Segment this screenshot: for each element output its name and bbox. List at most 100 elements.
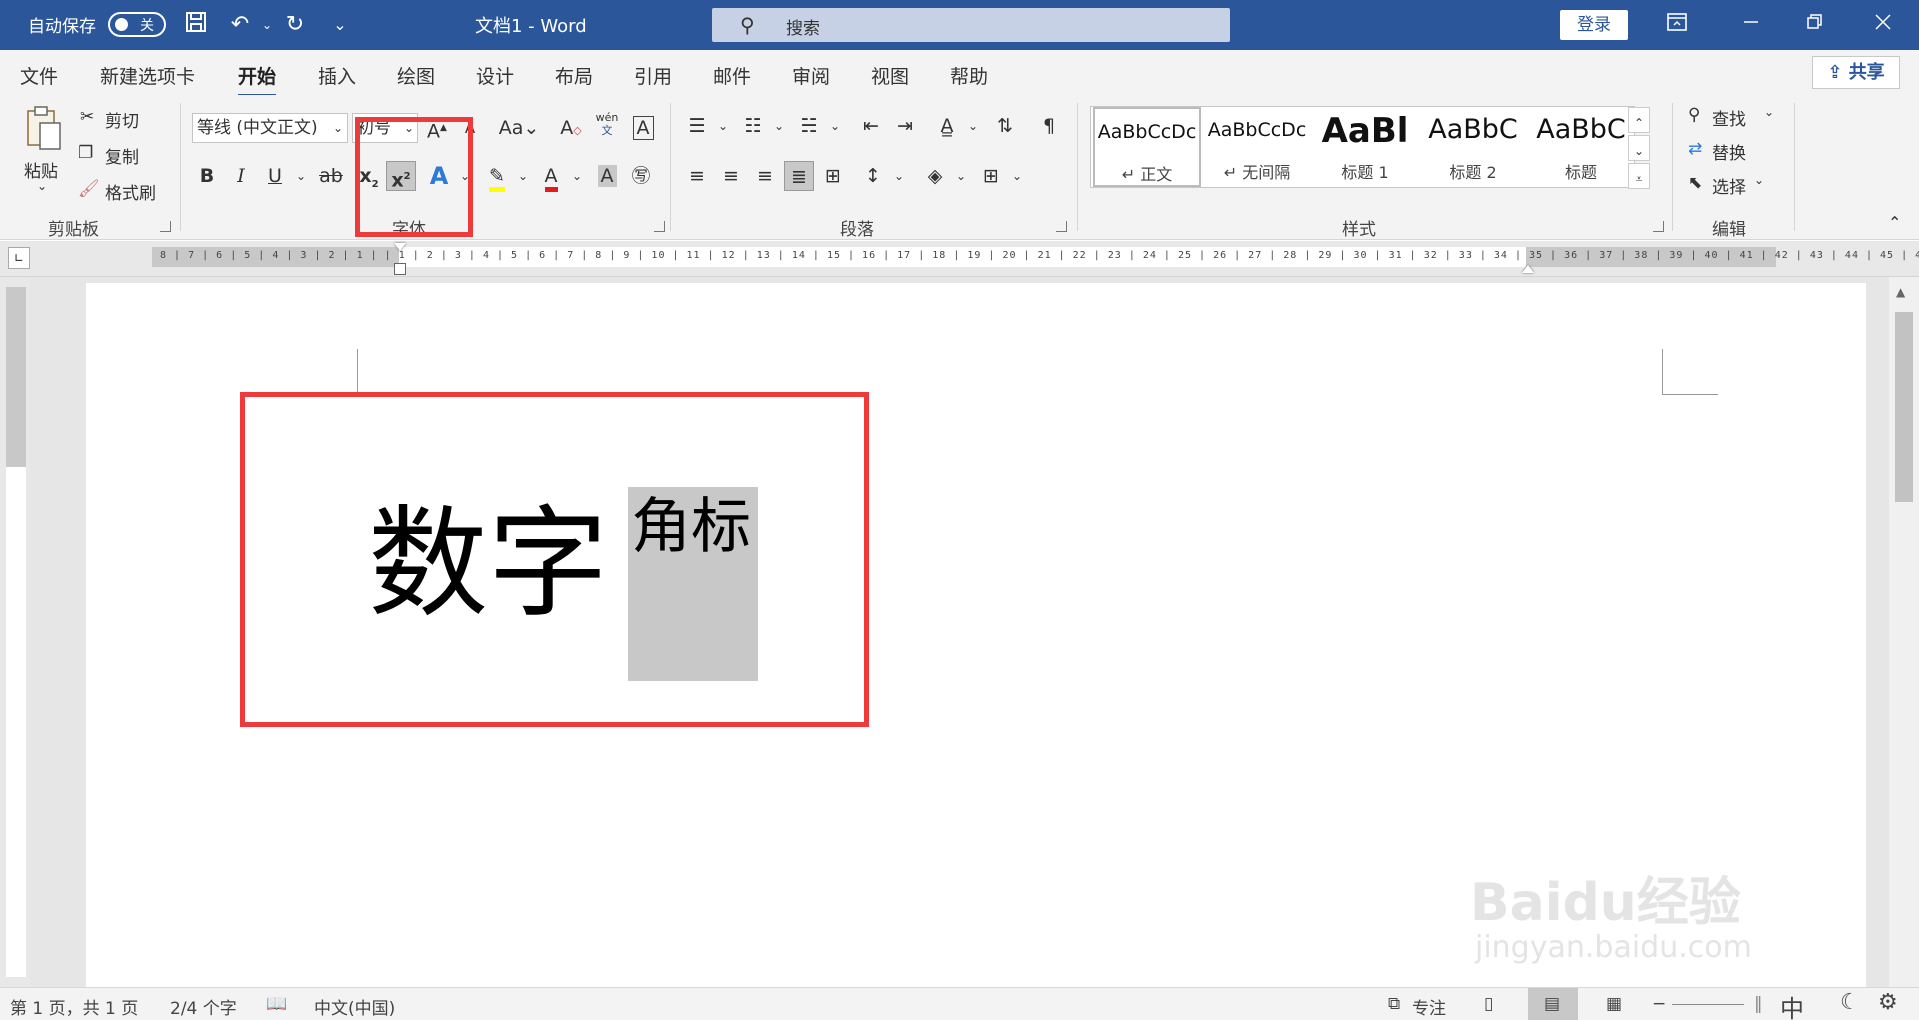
tab-mailings[interactable]: 邮件	[713, 62, 751, 89]
enclose-char-icon[interactable]: ㊢	[626, 161, 656, 191]
show-marks-icon[interactable]: ¶	[1034, 111, 1064, 141]
numbering-dropdown-icon[interactable]: ⌄	[764, 111, 794, 141]
tab-home[interactable]: 开始	[238, 62, 277, 97]
search-box[interactable]: ⚲ 搜索	[712, 8, 1230, 42]
styles-more-icon[interactable]: ⩡	[1628, 163, 1650, 189]
char-shading-icon[interactable]: A	[592, 161, 622, 191]
cut-icon[interactable]: ✂	[80, 107, 94, 127]
format-painter-icon[interactable]: 🖌	[78, 179, 100, 199]
phonetic-guide-icon[interactable]: wén 文	[592, 111, 622, 141]
styles-scroll-up-icon[interactable]: ⌃	[1628, 107, 1650, 133]
styles-scroll-down-icon[interactable]: ⌄	[1628, 135, 1650, 161]
borders-dropdown-icon[interactable]: ⌄	[1002, 161, 1032, 191]
language[interactable]: 中文(中国)	[314, 994, 395, 1019]
clipboard-launcher-icon[interactable]	[160, 221, 171, 232]
bullets-dropdown-icon[interactable]: ⌄	[708, 111, 738, 141]
word-count[interactable]: 2/4 个字	[170, 994, 237, 1019]
tab-help[interactable]: 帮助	[950, 62, 988, 89]
find-icon[interactable]: ⚲	[1688, 105, 1700, 125]
zoom-out-icon[interactable]: −	[1652, 994, 1666, 1014]
share-button[interactable]: ⇪ 共享	[1812, 56, 1900, 89]
style-title[interactable]: AaBbC 标题	[1527, 107, 1635, 187]
page-info[interactable]: 第 1 页，共 1 页	[10, 994, 138, 1019]
autosave-toggle[interactable]: 关	[108, 12, 166, 37]
tab-review[interactable]: 审阅	[792, 62, 830, 89]
select-label[interactable]: 选择	[1712, 173, 1746, 198]
replace-label[interactable]: 替换	[1712, 139, 1746, 164]
gear-icon[interactable]: ⚙	[1878, 990, 1898, 1015]
select-dropdown-icon[interactable]: ⌄	[1754, 173, 1764, 187]
style-heading-2[interactable]: AaBbC 标题 2	[1419, 107, 1527, 187]
tab-draw[interactable]: 绘图	[397, 62, 435, 89]
paste-dropdown-icon[interactable]: ⌄	[37, 179, 47, 193]
decrease-indent-icon[interactable]: ⇤	[856, 111, 886, 141]
save-icon[interactable]	[181, 10, 211, 40]
focus-label[interactable]: 专注	[1412, 994, 1446, 1019]
close-icon[interactable]	[1868, 10, 1898, 40]
scroll-up-icon[interactable]: ▲	[1896, 285, 1905, 299]
horizontal-ruler[interactable]: ∟ 8 | 7 | 6 | 5 | 4 | 3 | 2 | 1 | | 1 | …	[0, 241, 1919, 277]
bold-button[interactable]: B	[192, 161, 222, 191]
moon-icon[interactable]: ☾	[1840, 990, 1860, 1015]
find-dropdown-icon[interactable]: ⌄	[1764, 105, 1774, 119]
first-line-indent-icon[interactable]	[394, 243, 406, 251]
shading-dropdown-icon[interactable]: ⌄	[946, 161, 976, 191]
strikethrough-button[interactable]: ab	[316, 161, 346, 191]
left-indent-icon[interactable]	[394, 263, 406, 275]
justify-icon[interactable]: ≣	[784, 161, 814, 191]
align-center-icon[interactable]: ≡	[716, 161, 746, 191]
line-spacing-dropdown-icon[interactable]: ⌄	[884, 161, 914, 191]
sort-icon[interactable]: ⇅	[990, 111, 1020, 141]
font-name-combo[interactable]: 等线 (中文正文) ⌄	[192, 113, 348, 143]
char-border-icon[interactable]: A	[628, 113, 658, 143]
cut-label[interactable]: 剪切	[105, 107, 139, 132]
select-icon[interactable]: ⬉	[1688, 173, 1702, 193]
multilevel-dropdown-icon[interactable]: ⌄	[820, 111, 850, 141]
scrollbar-thumb[interactable]	[1895, 312, 1913, 502]
right-indent-icon[interactable]	[1522, 265, 1534, 273]
style-no-spacing[interactable]: AaBbCcDc ↵ 无间隔	[1203, 107, 1311, 187]
tab-selector-icon[interactable]: ∟	[8, 247, 30, 269]
format-painter-label[interactable]: 格式刷	[105, 179, 156, 204]
align-left-icon[interactable]: ≡	[682, 161, 712, 191]
print-layout-icon[interactable]: ▤	[1544, 994, 1560, 1014]
read-mode-icon[interactable]: ▯	[1484, 994, 1493, 1014]
tab-new-tab[interactable]: 新建选项卡	[100, 62, 195, 89]
tab-references[interactable]: 引用	[634, 62, 672, 89]
collapse-ribbon-icon[interactable]: ⌃	[1888, 213, 1901, 232]
paste-icon[interactable]	[22, 105, 66, 155]
underline-dropdown-icon[interactable]: ⌄	[286, 161, 316, 191]
focus-icon[interactable]: ⧉	[1388, 994, 1400, 1014]
font-launcher-icon[interactable]	[654, 221, 665, 232]
login-button[interactable]: 登录	[1560, 10, 1628, 40]
font-color-dropdown-icon[interactable]: ⌄	[562, 161, 592, 191]
italic-button[interactable]: I	[226, 161, 256, 191]
redo-icon[interactable]: ↻	[280, 10, 310, 40]
copy-label[interactable]: 复制	[105, 143, 139, 168]
clear-format-icon[interactable]: A◇	[556, 113, 586, 143]
increase-indent-icon[interactable]: ⇥	[890, 111, 920, 141]
find-label[interactable]: 查找	[1712, 105, 1746, 130]
vertical-ruler[interactable]	[0, 277, 30, 987]
customize-toolbar-icon[interactable]: ⌄	[325, 10, 355, 40]
align-right-icon[interactable]: ≡	[750, 161, 780, 191]
chinese-layout-dropdown-icon[interactable]: ⌄	[958, 111, 988, 141]
zoom-slider[interactable]	[1672, 1004, 1744, 1005]
replace-icon[interactable]: ⇄	[1688, 139, 1702, 159]
ribbon-display-icon[interactable]	[1662, 10, 1692, 40]
undo-icon[interactable]: ↶	[225, 10, 255, 40]
tab-insert[interactable]: 插入	[318, 62, 356, 89]
undo-dropdown-icon[interactable]: ⌄	[252, 10, 282, 40]
copy-icon[interactable]: ❐	[78, 143, 93, 163]
tab-view[interactable]: 视图	[871, 62, 909, 89]
style-heading-1[interactable]: AaBl 标题 1	[1311, 107, 1419, 187]
vertical-scrollbar[interactable]: ▲	[1889, 277, 1919, 987]
style-normal[interactable]: AaBbCcDc ↵ 正文	[1093, 107, 1201, 187]
ime-indicator[interactable]: 中	[1780, 989, 1804, 1020]
tab-layout[interactable]: 布局	[555, 62, 593, 89]
tab-design[interactable]: 设计	[476, 62, 514, 89]
minimize-icon[interactable]	[1736, 10, 1766, 40]
paragraph-launcher-icon[interactable]	[1056, 221, 1067, 232]
proofing-icon[interactable]: 📖	[266, 994, 287, 1014]
highlight-dropdown-icon[interactable]: ⌄	[508, 161, 538, 191]
